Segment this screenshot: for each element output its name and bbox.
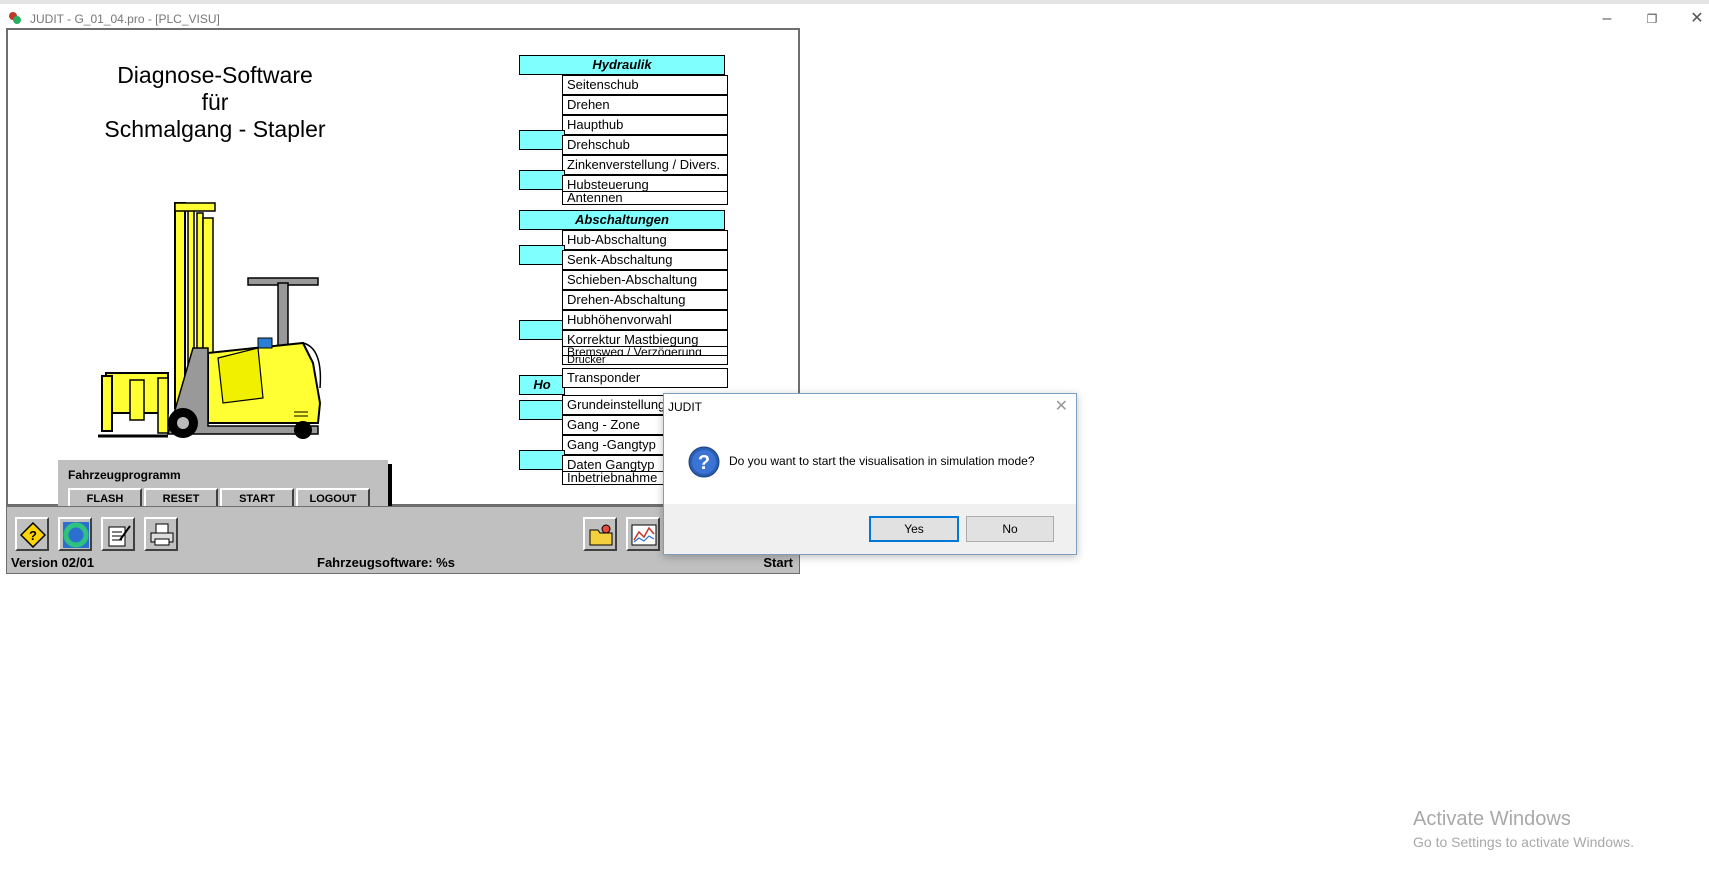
menu-item-schieben-abschaltung[interactable]: Schieben-Abschaltung [562,270,728,290]
svg-text:?: ? [29,528,37,543]
vehicle-program-label: Fahrzeugprogramm [68,468,181,482]
menu-header-stub [519,450,565,470]
menu-header-stub [519,400,565,420]
title-line-1: Diagnose-Software [117,62,313,88]
menu-item-transponder[interactable]: Transponder [562,368,728,388]
menu-header-hydraulik[interactable]: Hydraulik [519,55,725,75]
menu-item-drehen-abschaltung[interactable]: Drehen-Abschaltung [562,290,728,310]
menu-item-seitenschub[interactable]: Seitenschub [562,75,728,95]
dialog-message: Do you want to start the visualisation i… [729,454,1035,468]
open-folder-button[interactable] [583,517,617,551]
menu-item-zinkenverstellung[interactable]: Zinkenverstellung / Divers. [562,155,728,175]
menu-header-stub [519,130,565,150]
folder-icon [589,524,613,546]
restore-icon[interactable]: ❐ [1630,8,1674,30]
window-title: JUDIT - G_01_04.pro - [PLC_VISU] [30,12,220,26]
menu-item-antennen[interactable]: Antennen [562,191,728,205]
yes-button[interactable]: Yes [869,516,959,542]
svg-text:?: ? [698,452,710,474]
notepad-icon [108,525,131,547]
menu-header-stub [519,320,565,340]
cycle-icon [63,522,89,548]
question-icon: ? [688,446,720,478]
version-label: Version 02/01 [11,555,95,570]
close-icon[interactable]: ✕ [1675,8,1709,30]
menu-item-drucker[interactable]: Drucker [562,355,728,365]
print-button[interactable] [144,517,178,551]
minimize-icon[interactable]: – [1585,8,1629,30]
chart-icon [631,524,657,546]
help-button[interactable]: ? [15,517,49,551]
state-label: Start [763,555,793,570]
watermark-line-1: Activate Windows [1413,808,1571,830]
activation-watermark: Activate Windows Go to Settings to activ… [1413,808,1634,850]
help-diamond-icon: ? [20,522,46,548]
watermark-line-2: Go to Settings to activate Windows. [1413,834,1634,850]
forklift-illustration [98,202,322,439]
title-line-3: Schmalgang - Stapler [104,116,326,142]
menu-item-drehen[interactable]: Drehen [562,95,728,115]
title-line-2: für [201,89,229,115]
menu-header-abschaltungen[interactable]: Abschaltungen [519,210,725,230]
vehicle-software-label: Fahrzeugsoftware: %s [317,555,455,570]
page-title: Diagnose-Software für Schmalgang - Stapl… [88,62,342,143]
menu-header-stub [519,170,565,190]
app-icon [9,12,21,24]
menu-item-hubhoehenvorwahl[interactable]: Hubhöhenvorwahl [562,310,728,330]
menu-item-drehschub[interactable]: Drehschub [562,135,728,155]
simulation-mode-dialog: JUDIT ✕ ? Do you want to start the visua… [663,393,1077,555]
no-button[interactable]: No [966,516,1054,542]
menu-item-senk-abschaltung[interactable]: Senk-Abschaltung [562,250,728,270]
menu-header-hoehen[interactable]: Ho [519,375,565,395]
dialog-title: JUDIT [668,400,702,414]
chart-button[interactable] [626,517,660,551]
menu-item-hub-abschaltung[interactable]: Hub-Abschaltung [562,230,728,250]
menu-item-haupthub[interactable]: Haupthub [562,115,728,135]
menu-header-stub [519,245,565,265]
dialog-close-icon[interactable]: ✕ [1055,396,1068,416]
notepad-button[interactable] [101,517,135,551]
cycle-button[interactable] [58,517,92,551]
printer-icon [150,523,174,546]
